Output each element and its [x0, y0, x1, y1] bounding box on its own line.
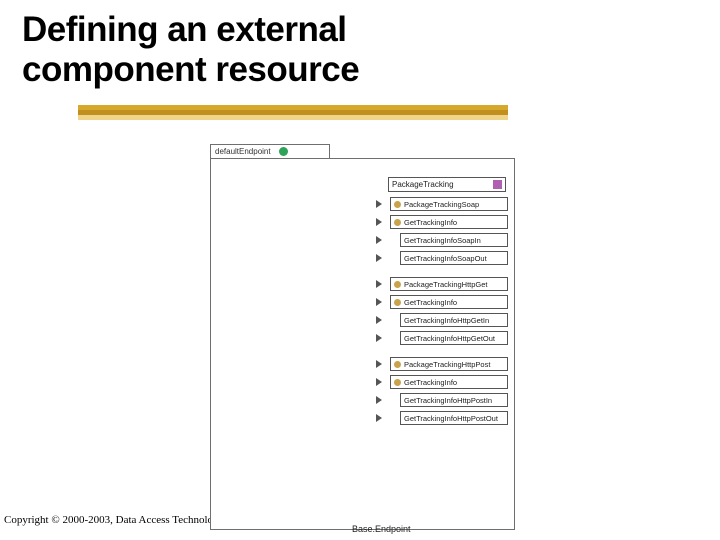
operations-tree: PackageTrackingSoap GetTrackingInfo GetTra… — [386, 197, 508, 429]
row-label: GetTrackingInfo — [404, 298, 457, 307]
chevron-right-icon — [376, 396, 382, 404]
endpoint-tab-label: defaultEndpoint — [215, 147, 271, 156]
slide-title: Defining an external component resource — [22, 10, 359, 91]
lollipop-icon — [394, 281, 401, 288]
chevron-right-icon — [376, 254, 382, 262]
port-type-label: PackageTrackingSoap — [404, 200, 479, 209]
chevron-right-icon — [376, 218, 382, 226]
message-row[interactable]: GetTrackingInfoSoapOut — [386, 251, 508, 268]
lollipop-icon — [394, 219, 401, 226]
port-type-row[interactable]: PackageTrackingHttpGet — [386, 277, 508, 294]
component-icon — [493, 180, 502, 189]
chevron-right-icon — [376, 316, 382, 324]
operation-row[interactable]: GetTrackingInfo — [386, 295, 508, 312]
message-row[interactable]: GetTrackingInfoHttpGetOut — [386, 331, 508, 348]
port-type-label: PackageTrackingHttpPost — [404, 360, 490, 369]
chevron-right-icon — [376, 334, 382, 342]
lollipop-icon — [394, 299, 401, 306]
diagram-panel: PackageTracking PackageTrackingSoap GetTr… — [210, 158, 515, 530]
message-row[interactable]: GetTrackingInfoHttpPostOut — [386, 411, 508, 428]
message-row[interactable]: GetTrackingInfoHttpGetIn — [386, 313, 508, 330]
port-type-label: PackageTrackingHttpGet — [404, 280, 488, 289]
row-label: GetTrackingInfoHttpPostIn — [404, 396, 492, 405]
row-label: GetTrackingInfo — [404, 218, 457, 227]
package-component-label: PackageTracking — [392, 180, 454, 189]
operation-row[interactable]: GetTrackingInfo — [386, 215, 508, 232]
row-label: GetTrackingInfoHttpGetOut — [404, 334, 495, 343]
row-label: GetTrackingInfoHttpPostOut — [404, 414, 498, 423]
base-endpoint-label: Base.Endpoint — [352, 524, 411, 534]
message-row[interactable]: GetTrackingInfoSoapIn — [386, 233, 508, 250]
title-line-2: component resource — [22, 50, 359, 89]
lollipop-icon — [394, 379, 401, 386]
port-type-row[interactable]: PackageTrackingHttpPost — [386, 357, 508, 374]
lollipop-icon — [394, 201, 401, 208]
lollipop-icon — [394, 361, 401, 368]
operation-row[interactable]: GetTrackingInfo — [386, 375, 508, 392]
row-label: GetTrackingInfo — [404, 378, 457, 387]
row-label: GetTrackingInfoSoapIn — [404, 236, 481, 245]
title-underline — [78, 105, 508, 123]
chevron-right-icon — [376, 298, 382, 306]
copyright-text: Copyright © 2000-2003, Data Access Techn… — [4, 514, 210, 526]
title-line-1: Defining an external — [22, 10, 347, 49]
message-row[interactable]: GetTrackingInfoHttpPostIn — [386, 393, 508, 410]
chevron-right-icon — [376, 280, 382, 288]
row-label: GetTrackingInfoSoapOut — [404, 254, 487, 263]
port-type-row[interactable]: PackageTrackingSoap — [386, 197, 508, 214]
endpoint-tab[interactable]: defaultEndpoint — [210, 144, 330, 159]
globe-icon — [279, 147, 288, 156]
chevron-right-icon — [376, 414, 382, 422]
chevron-right-icon — [376, 360, 382, 368]
chevron-right-icon — [376, 200, 382, 208]
chevron-right-icon — [376, 236, 382, 244]
chevron-right-icon — [376, 378, 382, 386]
row-label: GetTrackingInfoHttpGetIn — [404, 316, 489, 325]
package-component[interactable]: PackageTracking — [388, 177, 506, 192]
